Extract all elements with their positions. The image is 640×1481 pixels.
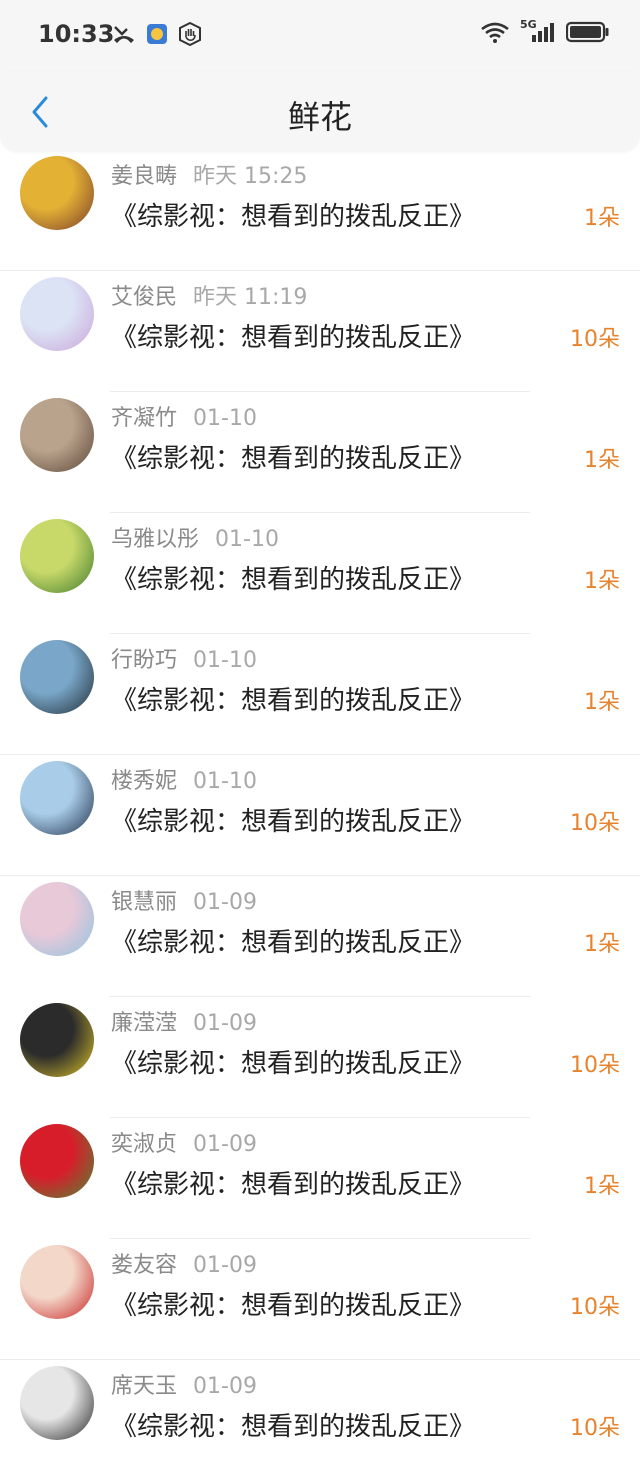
- book-title[interactable]: 《综影视：想看到的拨乱反正》: [111, 317, 475, 354]
- status-time: 10:33: [38, 20, 115, 48]
- user-name[interactable]: 廉滢滢: [111, 1011, 177, 1036]
- status-right-icons: 5G: [480, 18, 610, 44]
- flower-count: 1朵: [584, 932, 620, 957]
- book-title[interactable]: 《综影视：想看到的拨乱反正》: [111, 1164, 475, 1201]
- user-name[interactable]: 行盼巧: [111, 648, 177, 673]
- list-item[interactable]: 楼秀妮 01-10 《综影视：想看到的拨乱反正》 10朵: [0, 755, 640, 876]
- missed-call-icon: [114, 26, 134, 43]
- flower-list: 姜良畴 昨天 15:25 《综影视：想看到的拨乱反正》 1朵 艾俊民 昨天 11:1…: [0, 150, 640, 1481]
- item-meta: 娄友容 01-09: [111, 1247, 257, 1279]
- item-time: 昨天 15:25: [193, 164, 308, 189]
- item-time: 01-09: [193, 1253, 257, 1278]
- signal-icon: [532, 23, 554, 42]
- user-name[interactable]: 席天玉: [111, 1374, 177, 1399]
- list-item[interactable]: 廉滢滢 01-09 《综影视：想看到的拨乱反正》 10朵: [0, 997, 640, 1118]
- user-name[interactable]: 奕淑贞: [111, 1132, 177, 1157]
- avatar[interactable]: [20, 761, 94, 835]
- item-meta: 廉滢滢 01-09: [111, 1005, 257, 1037]
- item-meta: 行盼巧 01-10: [111, 642, 257, 674]
- avatar[interactable]: [20, 398, 94, 472]
- item-meta: 齐凝竹 01-10: [111, 400, 257, 432]
- book-title[interactable]: 《综影视：想看到的拨乱反正》: [111, 196, 475, 233]
- item-time: 昨天 11:19: [193, 285, 308, 310]
- status-bar: 10:33 5G: [0, 0, 640, 72]
- list-item[interactable]: 艾俊民 昨天 11:19 《综影视：想看到的拨乱反正》 10朵: [0, 271, 640, 392]
- item-time: 01-10: [193, 406, 257, 431]
- item-meta: 乌雅以彤 01-10: [111, 521, 279, 553]
- avatar[interactable]: [20, 156, 94, 230]
- item-time: 01-10: [193, 648, 257, 673]
- flower-count: 10朵: [570, 1416, 620, 1441]
- book-title[interactable]: 《综影视：想看到的拨乱反正》: [111, 438, 475, 475]
- list-item[interactable]: 奕淑贞 01-09 《综影视：想看到的拨乱反正》 1朵: [0, 1118, 640, 1239]
- item-time: 01-09: [193, 890, 257, 915]
- user-name[interactable]: 银慧丽: [111, 890, 177, 915]
- weather-icon: [147, 24, 167, 44]
- item-time: 01-09: [193, 1132, 257, 1157]
- item-time: 01-09: [193, 1011, 257, 1036]
- flower-count: 1朵: [584, 690, 620, 715]
- flower-count: 1朵: [584, 569, 620, 594]
- item-meta: 姜良畴 昨天 15:25: [111, 158, 307, 190]
- book-title[interactable]: 《综影视：想看到的拨乱反正》: [111, 922, 475, 959]
- book-title[interactable]: 《综影视：想看到的拨乱反正》: [111, 680, 475, 717]
- item-meta: 楼秀妮 01-10: [111, 763, 257, 795]
- item-meta: 席天玉 01-09: [111, 1368, 257, 1400]
- avatar[interactable]: [20, 519, 94, 593]
- flower-count: 10朵: [570, 811, 620, 836]
- avatar[interactable]: [20, 882, 94, 956]
- list-item[interactable]: 姜良畴 昨天 15:25 《综影视：想看到的拨乱反正》 1朵: [0, 150, 640, 271]
- item-meta: 艾俊民 昨天 11:19: [111, 279, 307, 311]
- battery-icon: [566, 21, 609, 43]
- avatar[interactable]: [20, 277, 94, 351]
- item-time: 01-10: [215, 527, 279, 552]
- hand-shield-icon: [179, 22, 201, 46]
- flower-count: 10朵: [570, 327, 620, 352]
- item-meta: 奕淑贞 01-09: [111, 1126, 257, 1158]
- list-item[interactable]: 银慧丽 01-09 《综影视：想看到的拨乱反正》 1朵: [0, 876, 640, 997]
- flower-count: 10朵: [570, 1053, 620, 1078]
- user-name[interactable]: 楼秀妮: [111, 769, 177, 794]
- user-name[interactable]: 艾俊民: [111, 285, 177, 310]
- avatar[interactable]: [20, 1003, 94, 1077]
- book-title[interactable]: 《综影视：想看到的拨乱反正》: [111, 801, 475, 838]
- book-title[interactable]: 《综影视：想看到的拨乱反正》: [111, 1406, 475, 1443]
- item-time: 01-10: [193, 769, 257, 794]
- item-meta: 银慧丽 01-09: [111, 884, 257, 916]
- book-title[interactable]: 《综影视：想看到的拨乱反正》: [111, 1285, 475, 1322]
- avatar[interactable]: [20, 1366, 94, 1440]
- user-name[interactable]: 齐凝竹: [111, 406, 177, 431]
- avatar[interactable]: [20, 1124, 94, 1198]
- page-title: 鲜花: [287, 98, 352, 136]
- list-item[interactable]: 席天玉 01-09 《综影视：想看到的拨乱反正》 10朵: [0, 1360, 640, 1481]
- wifi-icon: [481, 22, 509, 43]
- avatar[interactable]: [20, 1245, 94, 1319]
- book-title[interactable]: 《综影视：想看到的拨乱反正》: [111, 559, 475, 596]
- flower-count: 1朵: [584, 206, 620, 231]
- nav-bar: 鲜花: [0, 72, 640, 150]
- flower-count: 1朵: [584, 448, 620, 473]
- list-item[interactable]: 乌雅以彤 01-10 《综影视：想看到的拨乱反正》 1朵: [0, 513, 640, 634]
- list-item[interactable]: 娄友容 01-09 《综影视：想看到的拨乱反正》 10朵: [0, 1239, 640, 1360]
- flower-count: 10朵: [570, 1295, 620, 1320]
- list-item[interactable]: 行盼巧 01-10 《综影视：想看到的拨乱反正》 1朵: [0, 634, 640, 755]
- user-name[interactable]: 姜良畴: [111, 164, 177, 189]
- user-name[interactable]: 娄友容: [111, 1253, 177, 1278]
- cellular-signal: 5G: [520, 18, 556, 44]
- avatar[interactable]: [20, 640, 94, 714]
- item-time: 01-09: [193, 1374, 257, 1399]
- book-title[interactable]: 《综影视：想看到的拨乱反正》: [111, 1043, 475, 1080]
- list-item[interactable]: 齐凝竹 01-10 《综影视：想看到的拨乱反正》 1朵: [0, 392, 640, 513]
- user-name[interactable]: 乌雅以彤: [111, 527, 199, 552]
- flower-count: 1朵: [584, 1174, 620, 1199]
- status-left-icons: [112, 22, 202, 46]
